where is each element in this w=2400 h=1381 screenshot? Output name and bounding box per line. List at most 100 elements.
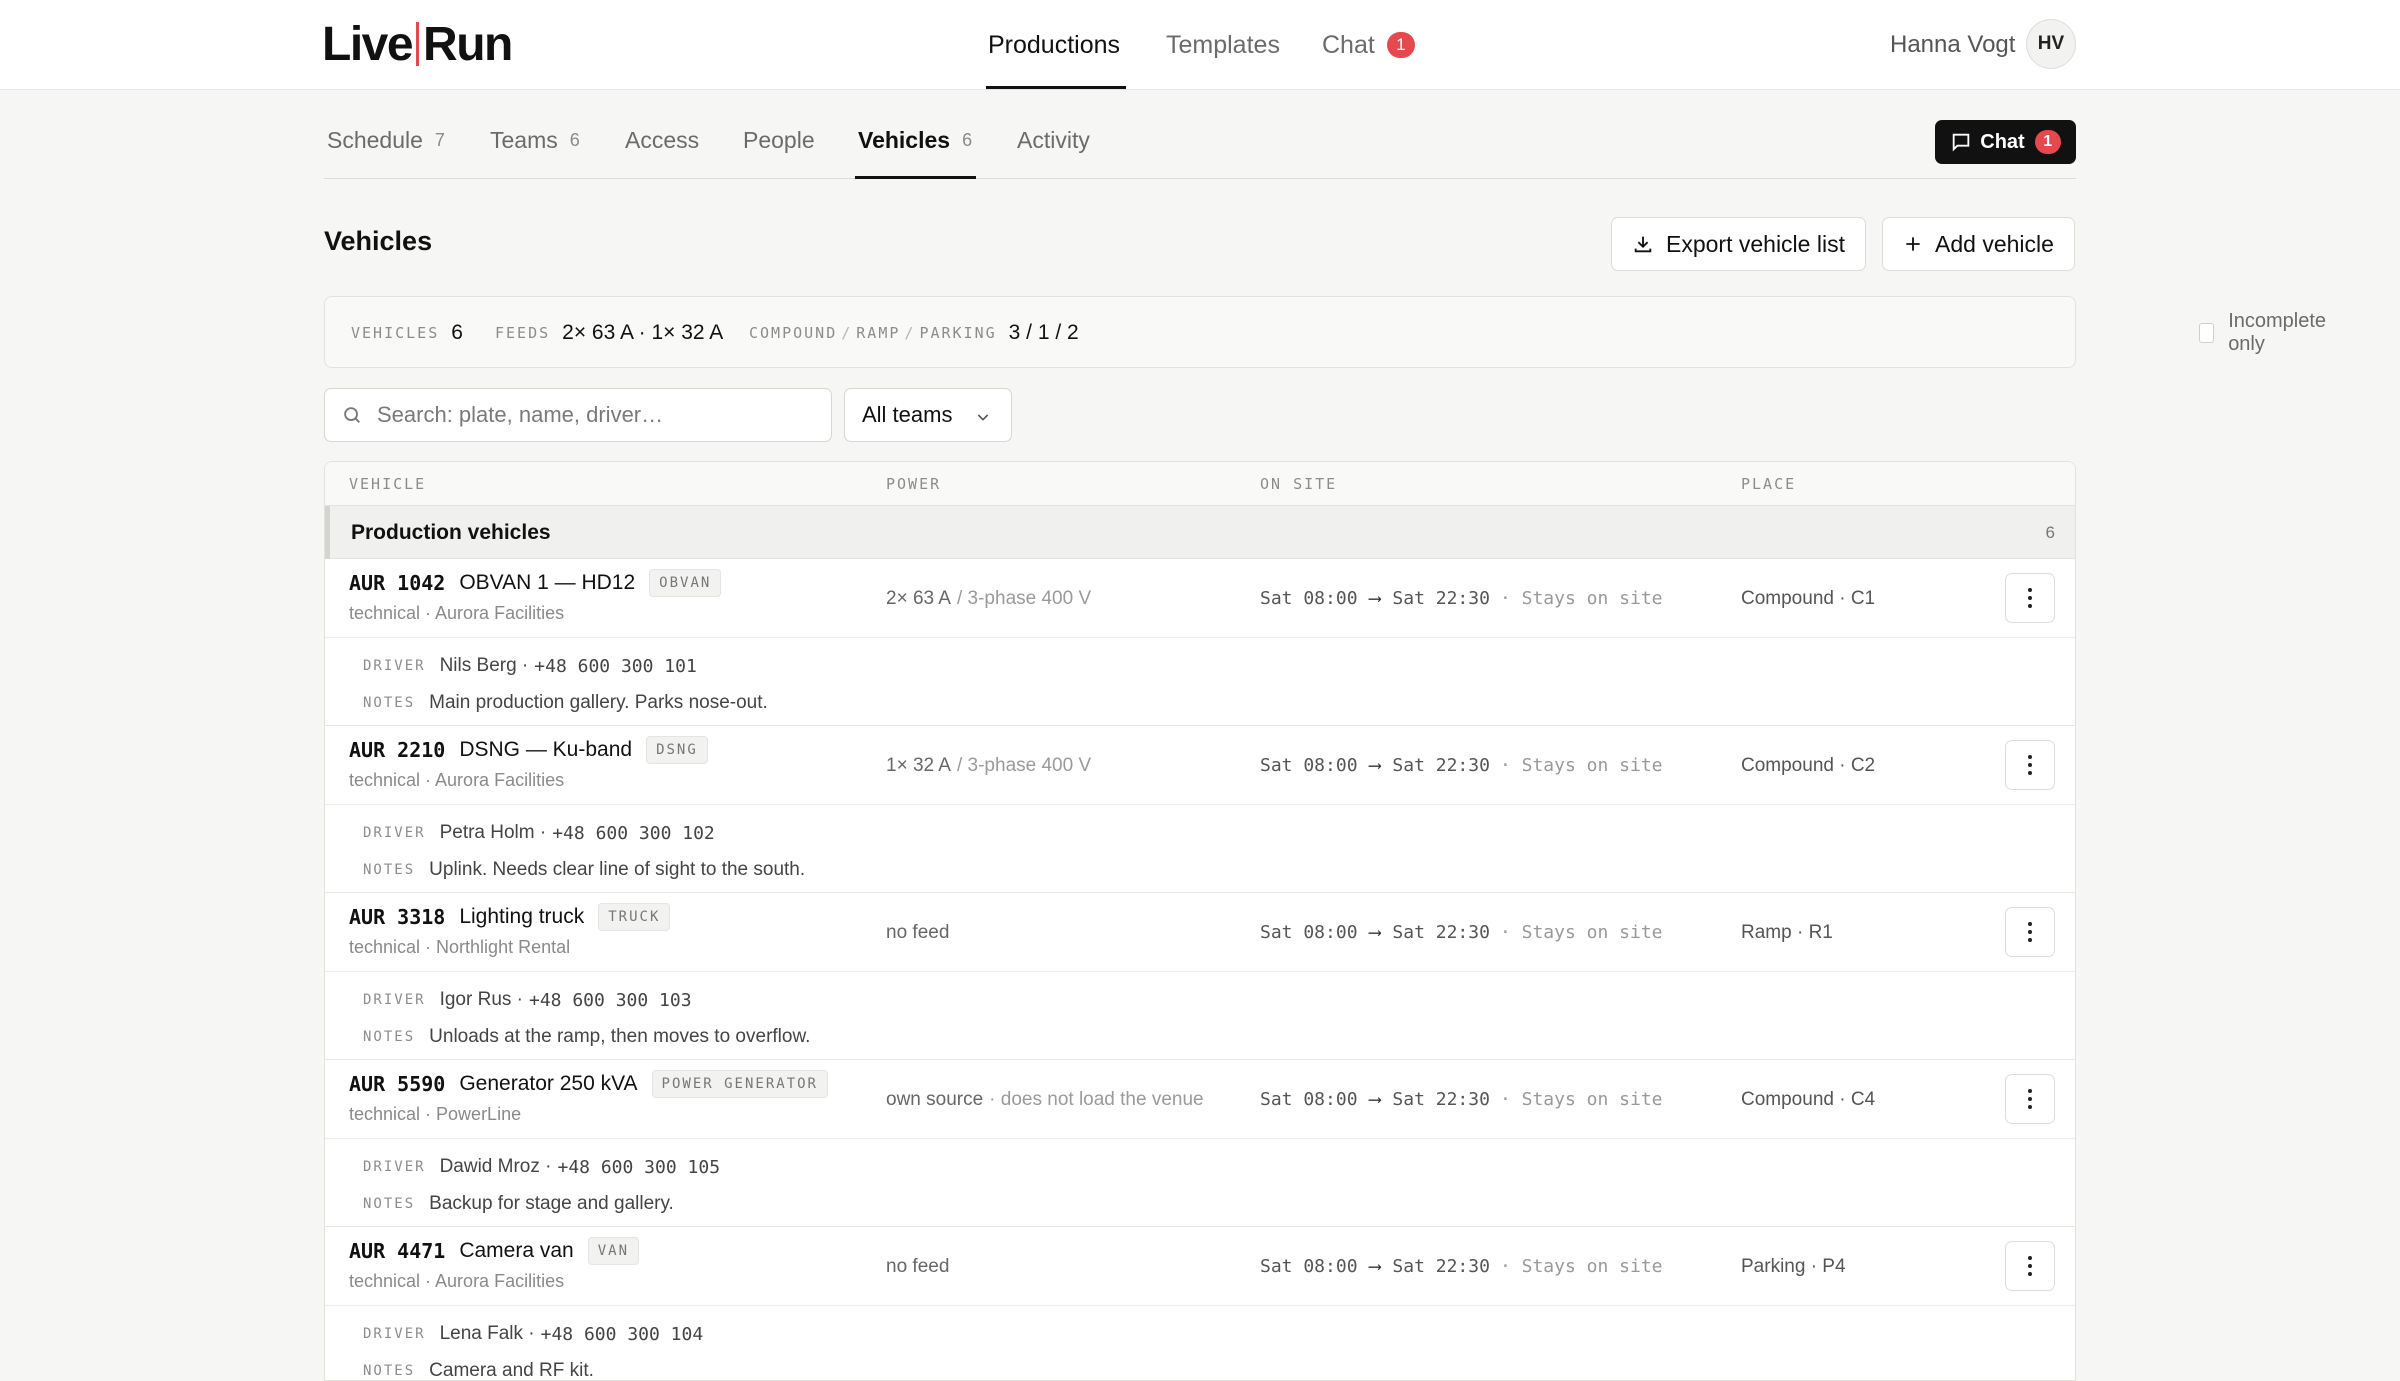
onsite-from: Sat 08:00 xyxy=(1260,588,1358,609)
column-header-onsite[interactable]: ON SITE xyxy=(1260,462,1337,506)
driver-name: Petra Holm · xyxy=(439,822,547,843)
power-main: no feed xyxy=(886,1255,950,1277)
onsite-to: Sat 22:30 xyxy=(1392,1256,1490,1277)
chat-button[interactable]: Chat 1 xyxy=(1935,120,2076,164)
vehicle-name: DSNG — Ku-band xyxy=(459,738,633,761)
vehicle-onsite: Sat 08:00 ⟶ Sat 22:30 · Stays on site xyxy=(1260,1060,1663,1139)
driver-phone[interactable]: +48 600 300 103 xyxy=(529,990,692,1011)
vehicle-row-main[interactable]: AUR 5590 Generator 250 kVA POWER GENERATOR… xyxy=(325,1060,2075,1139)
driver-phone[interactable]: +48 600 300 104 xyxy=(541,1324,704,1345)
incomplete-only-toggle[interactable]: Incomplete only xyxy=(2199,297,2331,369)
nav-templates[interactable]: Templates xyxy=(1166,0,1280,90)
vehicle-plate: AUR 2210 xyxy=(349,738,446,762)
vehicle-name: Camera van xyxy=(459,1239,574,1262)
onsite-to: Sat 22:30 xyxy=(1392,588,1490,609)
search-icon xyxy=(344,407,360,423)
table-header: VEHICLE POWER ON SITE PLACE xyxy=(325,462,2075,506)
vehicle-power: no feed xyxy=(886,1227,955,1306)
vehicle-onsite: Sat 08:00 ⟶ Sat 22:30 · Stays on site xyxy=(1260,726,1663,805)
more-vertical-icon xyxy=(2028,588,2032,608)
vehicle-team-vendor: technical · Aurora Facilities xyxy=(349,1271,565,1291)
driver-phone[interactable]: +48 600 300 105 xyxy=(557,1157,720,1178)
driver-name: Igor Rus · xyxy=(439,989,523,1010)
row-actions-button[interactable] xyxy=(2005,907,2055,957)
vehicle-row[interactable]: AUR 4471 Camera van VAN technical · Aurora … xyxy=(325,1227,2075,1380)
vehicle-details: DRIVER Igor Rus · +48 600 300 103 NOTES Unlo… xyxy=(363,972,1963,1060)
vehicle-row-main[interactable]: AUR 1042 OBVAN 1 — HD12 OBVAN technical · A… xyxy=(325,559,2075,638)
driver-phone[interactable]: +48 600 300 101 xyxy=(534,656,697,677)
vehicle-team-vendor: technical · PowerLine xyxy=(349,1104,522,1124)
more-vertical-icon xyxy=(2028,1089,2032,1109)
chevron-down-icon xyxy=(977,414,989,421)
row-actions-button[interactable] xyxy=(2005,1241,2055,1291)
vehicle-type-tag: OBVAN xyxy=(649,569,722,597)
add-vehicle-button[interactable]: Add vehicle xyxy=(1882,217,2075,271)
app-logo[interactable]: Live Run xyxy=(322,18,513,71)
notes-line: NOTES Uplink. Needs clear line of sight t… xyxy=(363,855,805,885)
vehicle-row-main[interactable]: AUR 3318 Lighting truck TRUCK technical · N… xyxy=(325,893,2075,972)
nav-chat[interactable]: Chat 1 xyxy=(1322,0,1415,90)
vehicle-details: DRIVER Lena Falk · +48 600 300 104 NOTES Cam… xyxy=(363,1306,1963,1380)
tab-teams[interactable]: Teams 6 xyxy=(490,120,580,160)
onsite-to: Sat 22:30 xyxy=(1392,922,1490,943)
search-input[interactable] xyxy=(377,402,817,428)
notes-label: NOTES xyxy=(363,1196,416,1212)
column-header-power[interactable]: POWER xyxy=(886,462,941,506)
onsite-to: Sat 22:30 xyxy=(1392,755,1490,776)
notes-line: NOTES Backup for stage and gallery. xyxy=(363,1189,674,1219)
vehicle-title: AUR 2210 DSNG — Ku-band DSNG xyxy=(349,735,708,765)
vehicle-name: Generator 250 kVA xyxy=(459,1072,638,1095)
column-header-vehicle[interactable]: VEHICLE xyxy=(349,462,426,506)
chat-unread-badge: 1 xyxy=(1386,32,1415,58)
power-detail: · does not load the venue xyxy=(989,1088,1204,1110)
vehicle-team-vendor: technical · Aurora Facilities xyxy=(349,770,565,790)
vehicle-row-main[interactable]: AUR 4471 Camera van VAN technical · Aurora … xyxy=(325,1227,2075,1306)
vehicle-table: VEHICLE POWER ON SITE PLACE Production v… xyxy=(324,461,2076,1381)
chat-bubble-icon xyxy=(1953,133,1970,152)
notes-line: NOTES Camera and RF kit. xyxy=(363,1356,594,1380)
notes-line: NOTES Unloads at the ramp, then moves to … xyxy=(363,1022,810,1052)
vehicle-title: AUR 5590 Generator 250 kVA POWER GENERATOR xyxy=(349,1069,828,1099)
user-avatar[interactable]: HV xyxy=(2026,19,2076,69)
vehicle-place: Parking · P4 xyxy=(1741,1255,1846,1277)
row-actions-button[interactable] xyxy=(2005,740,2055,790)
tab-people[interactable]: People xyxy=(743,120,815,160)
summary-vehicles: VEHICLES 6 xyxy=(351,321,463,344)
plus-icon xyxy=(1906,237,1920,251)
vehicle-row[interactable]: AUR 1042 OBVAN 1 — HD12 OBVAN technical · A… xyxy=(325,559,2075,726)
tab-access[interactable]: Access xyxy=(625,120,699,160)
onsite-from: Sat 08:00 xyxy=(1260,755,1358,776)
group-header[interactable]: Production vehicles 6 xyxy=(325,506,2075,559)
vehicle-row-main[interactable]: AUR 2210 DSNG — Ku-band DSNG technical · Au… xyxy=(325,726,2075,805)
vehicle-row[interactable]: AUR 3318 Lighting truck TRUCK technical · N… xyxy=(325,893,2075,1060)
team-filter-select[interactable]: All teams xyxy=(844,388,1012,442)
group-accent xyxy=(325,506,330,559)
vehicle-plate: AUR 3318 xyxy=(349,905,446,929)
driver-phone[interactable]: +48 600 300 102 xyxy=(552,823,715,844)
incomplete-only-checkbox[interactable] xyxy=(2199,323,2215,343)
logo-divider xyxy=(416,22,420,66)
tab-activity[interactable]: Activity xyxy=(1017,120,1090,160)
driver-label: DRIVER xyxy=(363,1326,426,1342)
onsite-stay: · Stays on site xyxy=(1499,755,1663,776)
vehicle-row[interactable]: AUR 5590 Generator 250 kVA POWER GENERATOR… xyxy=(325,1060,2075,1227)
tab-active-indicator xyxy=(855,176,976,179)
vehicle-power: 2× 63 A/ 3-phase 400 V xyxy=(886,559,1091,638)
tab-schedule[interactable]: Schedule 7 xyxy=(327,120,445,160)
arrow-right-icon: ⟶ xyxy=(1369,588,1381,609)
vehicle-search[interactable] xyxy=(324,388,832,442)
tab-vehicles[interactable]: Vehicles 6 xyxy=(858,120,972,160)
vehicle-summary-bar: VEHICLES 6 FEEDS 2× 63 A · 1× 32 A COMPOUN… xyxy=(324,296,2326,368)
vehicle-onsite: Sat 08:00 ⟶ Sat 22:30 · Stays on site xyxy=(1260,893,1663,972)
user-name[interactable]: Hanna Vogt xyxy=(1890,0,2015,90)
row-actions-button[interactable] xyxy=(2005,1074,2055,1124)
driver-label: DRIVER xyxy=(363,658,426,674)
vehicle-row[interactable]: AUR 2210 DSNG — Ku-band DSNG technical · Au… xyxy=(325,726,2075,893)
column-header-place[interactable]: PLACE xyxy=(1741,462,1796,506)
nav-productions[interactable]: Productions xyxy=(988,0,1120,90)
row-actions-button[interactable] xyxy=(2005,573,2055,623)
export-vehicle-list-button[interactable]: Export vehicle list xyxy=(1611,217,1866,271)
vehicle-type-tag: POWER GENERATOR xyxy=(651,1070,828,1098)
onsite-stay: · Stays on site xyxy=(1499,1256,1663,1277)
tabs-divider xyxy=(324,178,2076,179)
